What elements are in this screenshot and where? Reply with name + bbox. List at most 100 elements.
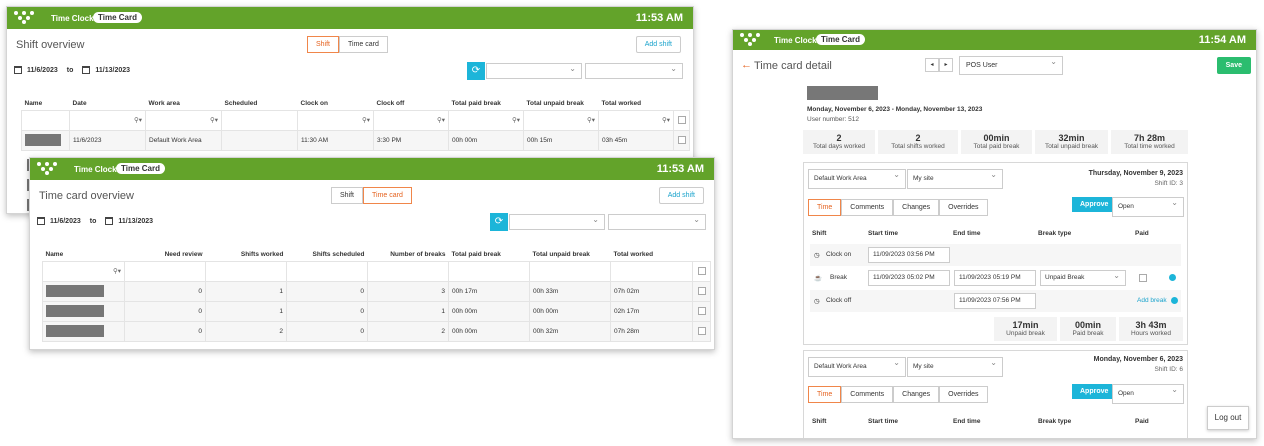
filter-icon[interactable]: ⚲▾ — [69, 109, 146, 131]
col-header[interactable]: Date — [70, 97, 146, 110]
add-shift-button[interactable]: Add shift — [658, 187, 704, 204]
col-header[interactable]: Total worked — [611, 248, 693, 261]
add-break-icon[interactable] — [1171, 297, 1178, 304]
tab-overrides[interactable]: Overrides — [939, 386, 988, 403]
filter-icon[interactable]: ⚲▾ — [145, 109, 222, 131]
tab-changes[interactable]: Changes — [893, 386, 940, 403]
filter-dropdown-2[interactable] — [608, 214, 706, 230]
filter-cell[interactable] — [367, 260, 449, 282]
col-header[interactable]: Name — [22, 97, 70, 110]
col-header[interactable]: Clock off — [374, 97, 449, 110]
site-select[interactable]: My site — [907, 169, 1003, 189]
logout-button[interactable]: Log out — [1207, 406, 1249, 430]
site-select[interactable]: My site — [907, 357, 1003, 377]
date-to[interactable]: 11/13/2023 — [95, 67, 130, 74]
row-checkbox[interactable] — [697, 287, 706, 295]
filter-cell[interactable] — [205, 260, 287, 282]
break-end-input[interactable]: 11/09/2023 05:19 PM — [954, 270, 1036, 286]
row-checkbox[interactable] — [677, 136, 686, 144]
col-header[interactable]: Clock on — [298, 97, 374, 110]
arrow-left-icon[interactable]: ← — [741, 59, 752, 71]
col-header[interactable]: Scheduled — [222, 97, 298, 110]
module-pill[interactable]: Time Card — [116, 163, 165, 174]
refresh-icon[interactable]: ⟳ — [490, 213, 508, 231]
col-header[interactable]: Total unpaid break — [530, 248, 611, 261]
refresh-icon[interactable]: ⟳ — [467, 62, 485, 80]
approve-button[interactable]: Approve — [1072, 197, 1117, 212]
col-header[interactable]: Shifts scheduled — [287, 248, 368, 261]
clock-off-input[interactable]: 11/09/2023 07:56 PM — [954, 293, 1036, 309]
break-start-input[interactable]: 11/09/2023 05:02 PM — [868, 270, 950, 286]
save-button[interactable]: Save — [1216, 57, 1251, 74]
col-header[interactable]: Total paid break — [449, 97, 524, 110]
add-shift-button[interactable]: Add shift — [635, 36, 681, 53]
col-header[interactable]: Name — [43, 248, 125, 261]
select-all-checkbox[interactable] — [697, 267, 706, 275]
status-select[interactable]: Open — [1112, 384, 1184, 404]
tab-comments[interactable]: Comments — [841, 386, 894, 403]
filter-icon[interactable]: ⚲▾ — [373, 109, 449, 131]
work-area-select[interactable]: Default Work Area — [808, 357, 906, 377]
filter-icon[interactable]: ⚲▾ — [598, 109, 674, 131]
table-row[interactable]: 11/6/2023 Default Work Area 11:30 AM 3:3… — [21, 129, 690, 151]
filter-cell[interactable] — [221, 109, 298, 131]
calendar-icon[interactable] — [37, 217, 45, 225]
next-user-button[interactable]: ▸ — [939, 58, 953, 72]
table-row[interactable]: 0 1 0 3 00h 17m 00h 33m 07h 02m — [42, 280, 711, 302]
approve-button[interactable]: Approve — [1072, 384, 1117, 399]
filter-dropdown-2[interactable] — [585, 63, 683, 79]
row-checkbox[interactable] — [697, 307, 706, 315]
date-from[interactable]: 11/6/2023 — [50, 218, 81, 225]
tab-shift[interactable]: Shift — [307, 36, 340, 53]
calendar-icon[interactable] — [105, 217, 114, 225]
col-header[interactable]: Shifts worked — [206, 248, 287, 261]
filter-icon[interactable]: ⚲▾ — [42, 260, 125, 282]
filter-icon[interactable]: ⚲▾ — [297, 109, 374, 131]
col-header[interactable]: Need review — [125, 248, 206, 261]
row-checkbox[interactable] — [697, 327, 706, 335]
col-header[interactable]: Work area — [146, 97, 222, 110]
col-header[interactable]: Total paid break — [449, 248, 530, 261]
filter-icon[interactable]: ⚲▾ — [523, 109, 599, 131]
clock-on-input[interactable]: 11/09/2023 03:56 PM — [868, 247, 950, 263]
module-pill[interactable]: Time Card — [816, 34, 865, 45]
work-area-select[interactable]: Default Work Area — [808, 169, 906, 189]
tab-comments[interactable]: Comments — [841, 199, 894, 216]
filter-dropdown-1[interactable] — [486, 63, 582, 79]
tab-time[interactable]: Time — [808, 199, 842, 216]
tab-time[interactable]: Time — [808, 386, 842, 403]
tab-changes[interactable]: Changes — [893, 199, 940, 216]
filter-cell[interactable] — [448, 260, 530, 282]
break-type-select[interactable]: Unpaid Break — [1040, 270, 1126, 286]
filter-cell[interactable] — [286, 260, 368, 282]
cell-unpaid-break: 00h 15m — [523, 129, 599, 151]
filter-cell[interactable] — [529, 260, 611, 282]
prev-user-button[interactable]: ◂ — [925, 58, 939, 72]
status-select[interactable]: Open — [1112, 197, 1184, 217]
tab-overrides[interactable]: Overrides — [939, 199, 988, 216]
tab-time-card[interactable]: Time card — [363, 187, 412, 204]
filter-cell[interactable] — [21, 109, 70, 131]
filter-cell[interactable] — [610, 260, 693, 282]
calendar-icon[interactable] — [82, 66, 91, 74]
table-row[interactable]: 0 1 0 1 00h 00m 00h 00m 02h 17m — [42, 300, 711, 322]
select-all-checkbox[interactable] — [677, 116, 686, 124]
col-header[interactable]: Total worked — [599, 97, 674, 110]
add-break-button[interactable]: Add break — [1137, 297, 1167, 304]
filter-dropdown-1[interactable] — [509, 214, 605, 230]
tab-time-card[interactable]: Time card — [339, 36, 388, 53]
date-from[interactable]: 11/6/2023 — [27, 67, 58, 74]
module-pill[interactable]: Time Card — [93, 12, 142, 23]
paid-checkbox[interactable] — [1139, 274, 1147, 282]
calendar-icon[interactable] — [14, 66, 22, 74]
remove-break-icon[interactable] — [1169, 274, 1176, 281]
col-header[interactable]: Total unpaid break — [524, 97, 599, 110]
tab-shift[interactable]: Shift — [331, 187, 364, 204]
shift-card: Default Work Area My site Thursday, Nove… — [803, 162, 1188, 345]
date-to[interactable]: 11/13/2023 — [118, 218, 153, 225]
filter-icon[interactable]: ⚲▾ — [448, 109, 524, 131]
filter-cell[interactable] — [124, 260, 206, 282]
table-row[interactable]: 0 2 0 2 00h 00m 00h 32m 07h 28m — [42, 320, 711, 342]
user-select[interactable]: POS User — [959, 56, 1063, 75]
col-header[interactable]: Number of breaks — [368, 248, 449, 261]
